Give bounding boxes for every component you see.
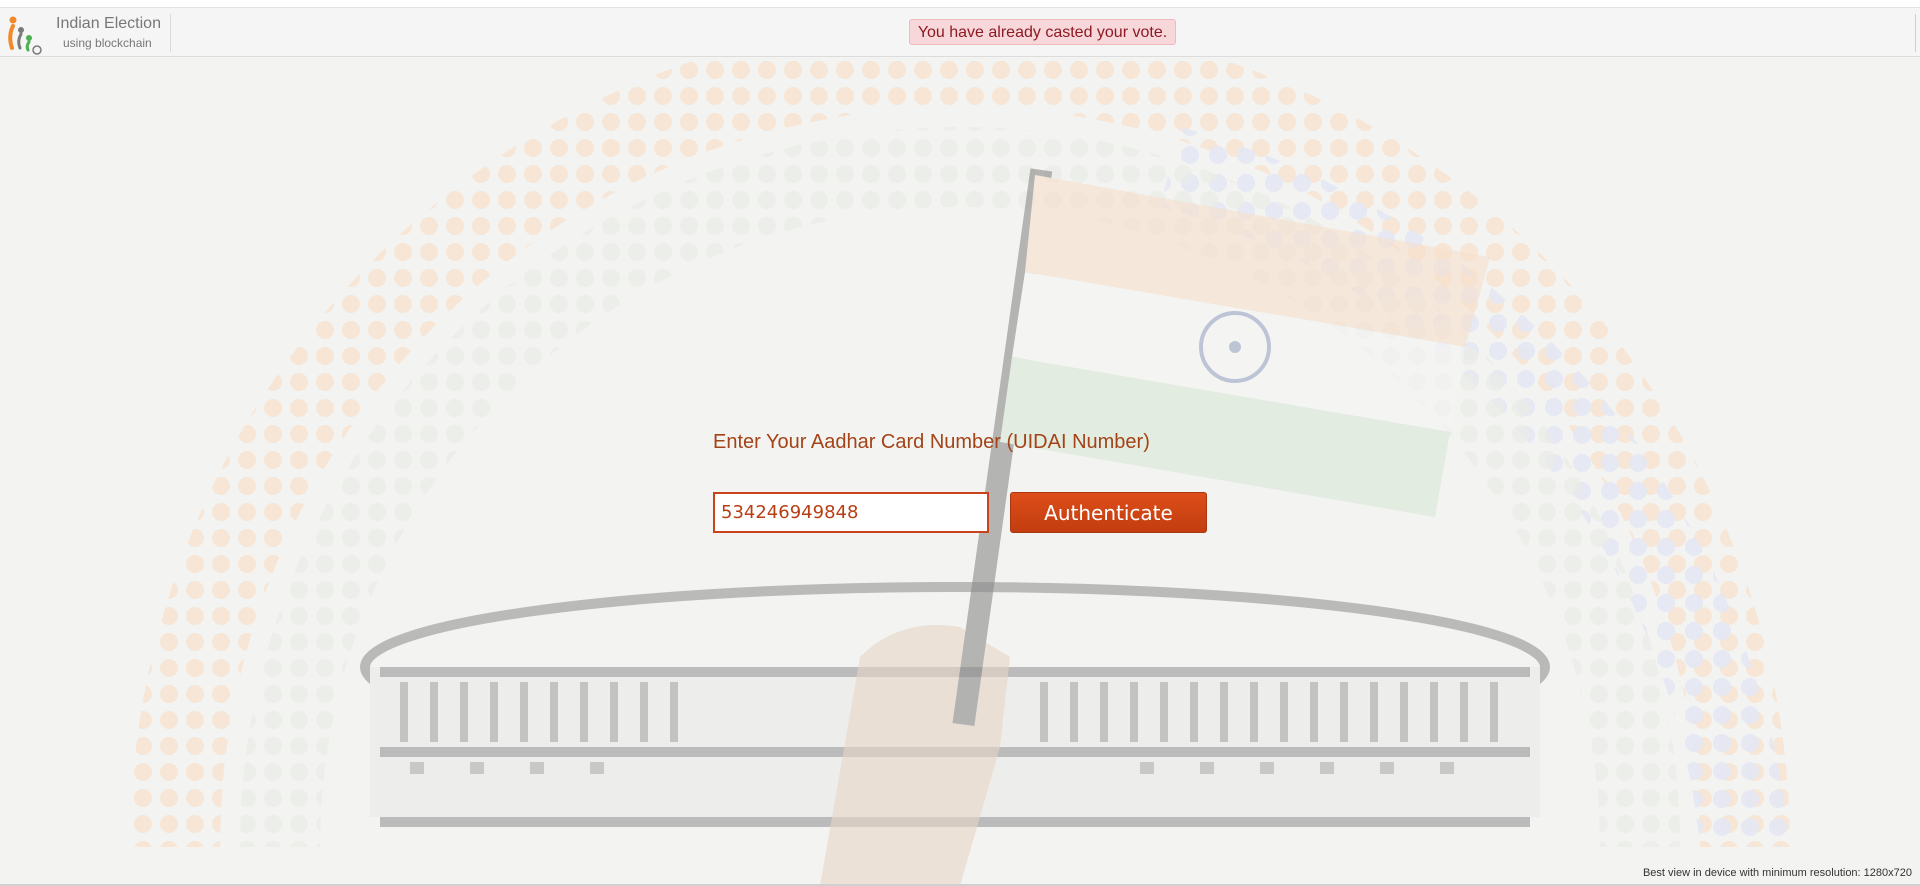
- top-rule: [0, 0, 1920, 8]
- header-right-divider: [1915, 14, 1916, 52]
- resolution-note: Best view in device with minimum resolut…: [1642, 867, 1912, 879]
- brand-divider: [170, 14, 171, 52]
- brand-subtitle: using blockchain: [63, 36, 152, 50]
- aadhar-number-input[interactable]: [713, 492, 989, 533]
- vote-status-alert: You have already casted your vote.: [909, 19, 1176, 45]
- voter-logo-icon[interactable]: [4, 12, 48, 56]
- parliament-flag-background: [130, 57, 1790, 886]
- header-bar: Indian Election using blockchain You hav…: [0, 8, 1920, 57]
- authenticate-button[interactable]: Authenticate: [1010, 492, 1207, 533]
- aadhar-prompt-label: Enter Your Aadhar Card Number (UIDAI Num…: [713, 431, 1150, 453]
- brand-title: Indian Election: [56, 15, 161, 32]
